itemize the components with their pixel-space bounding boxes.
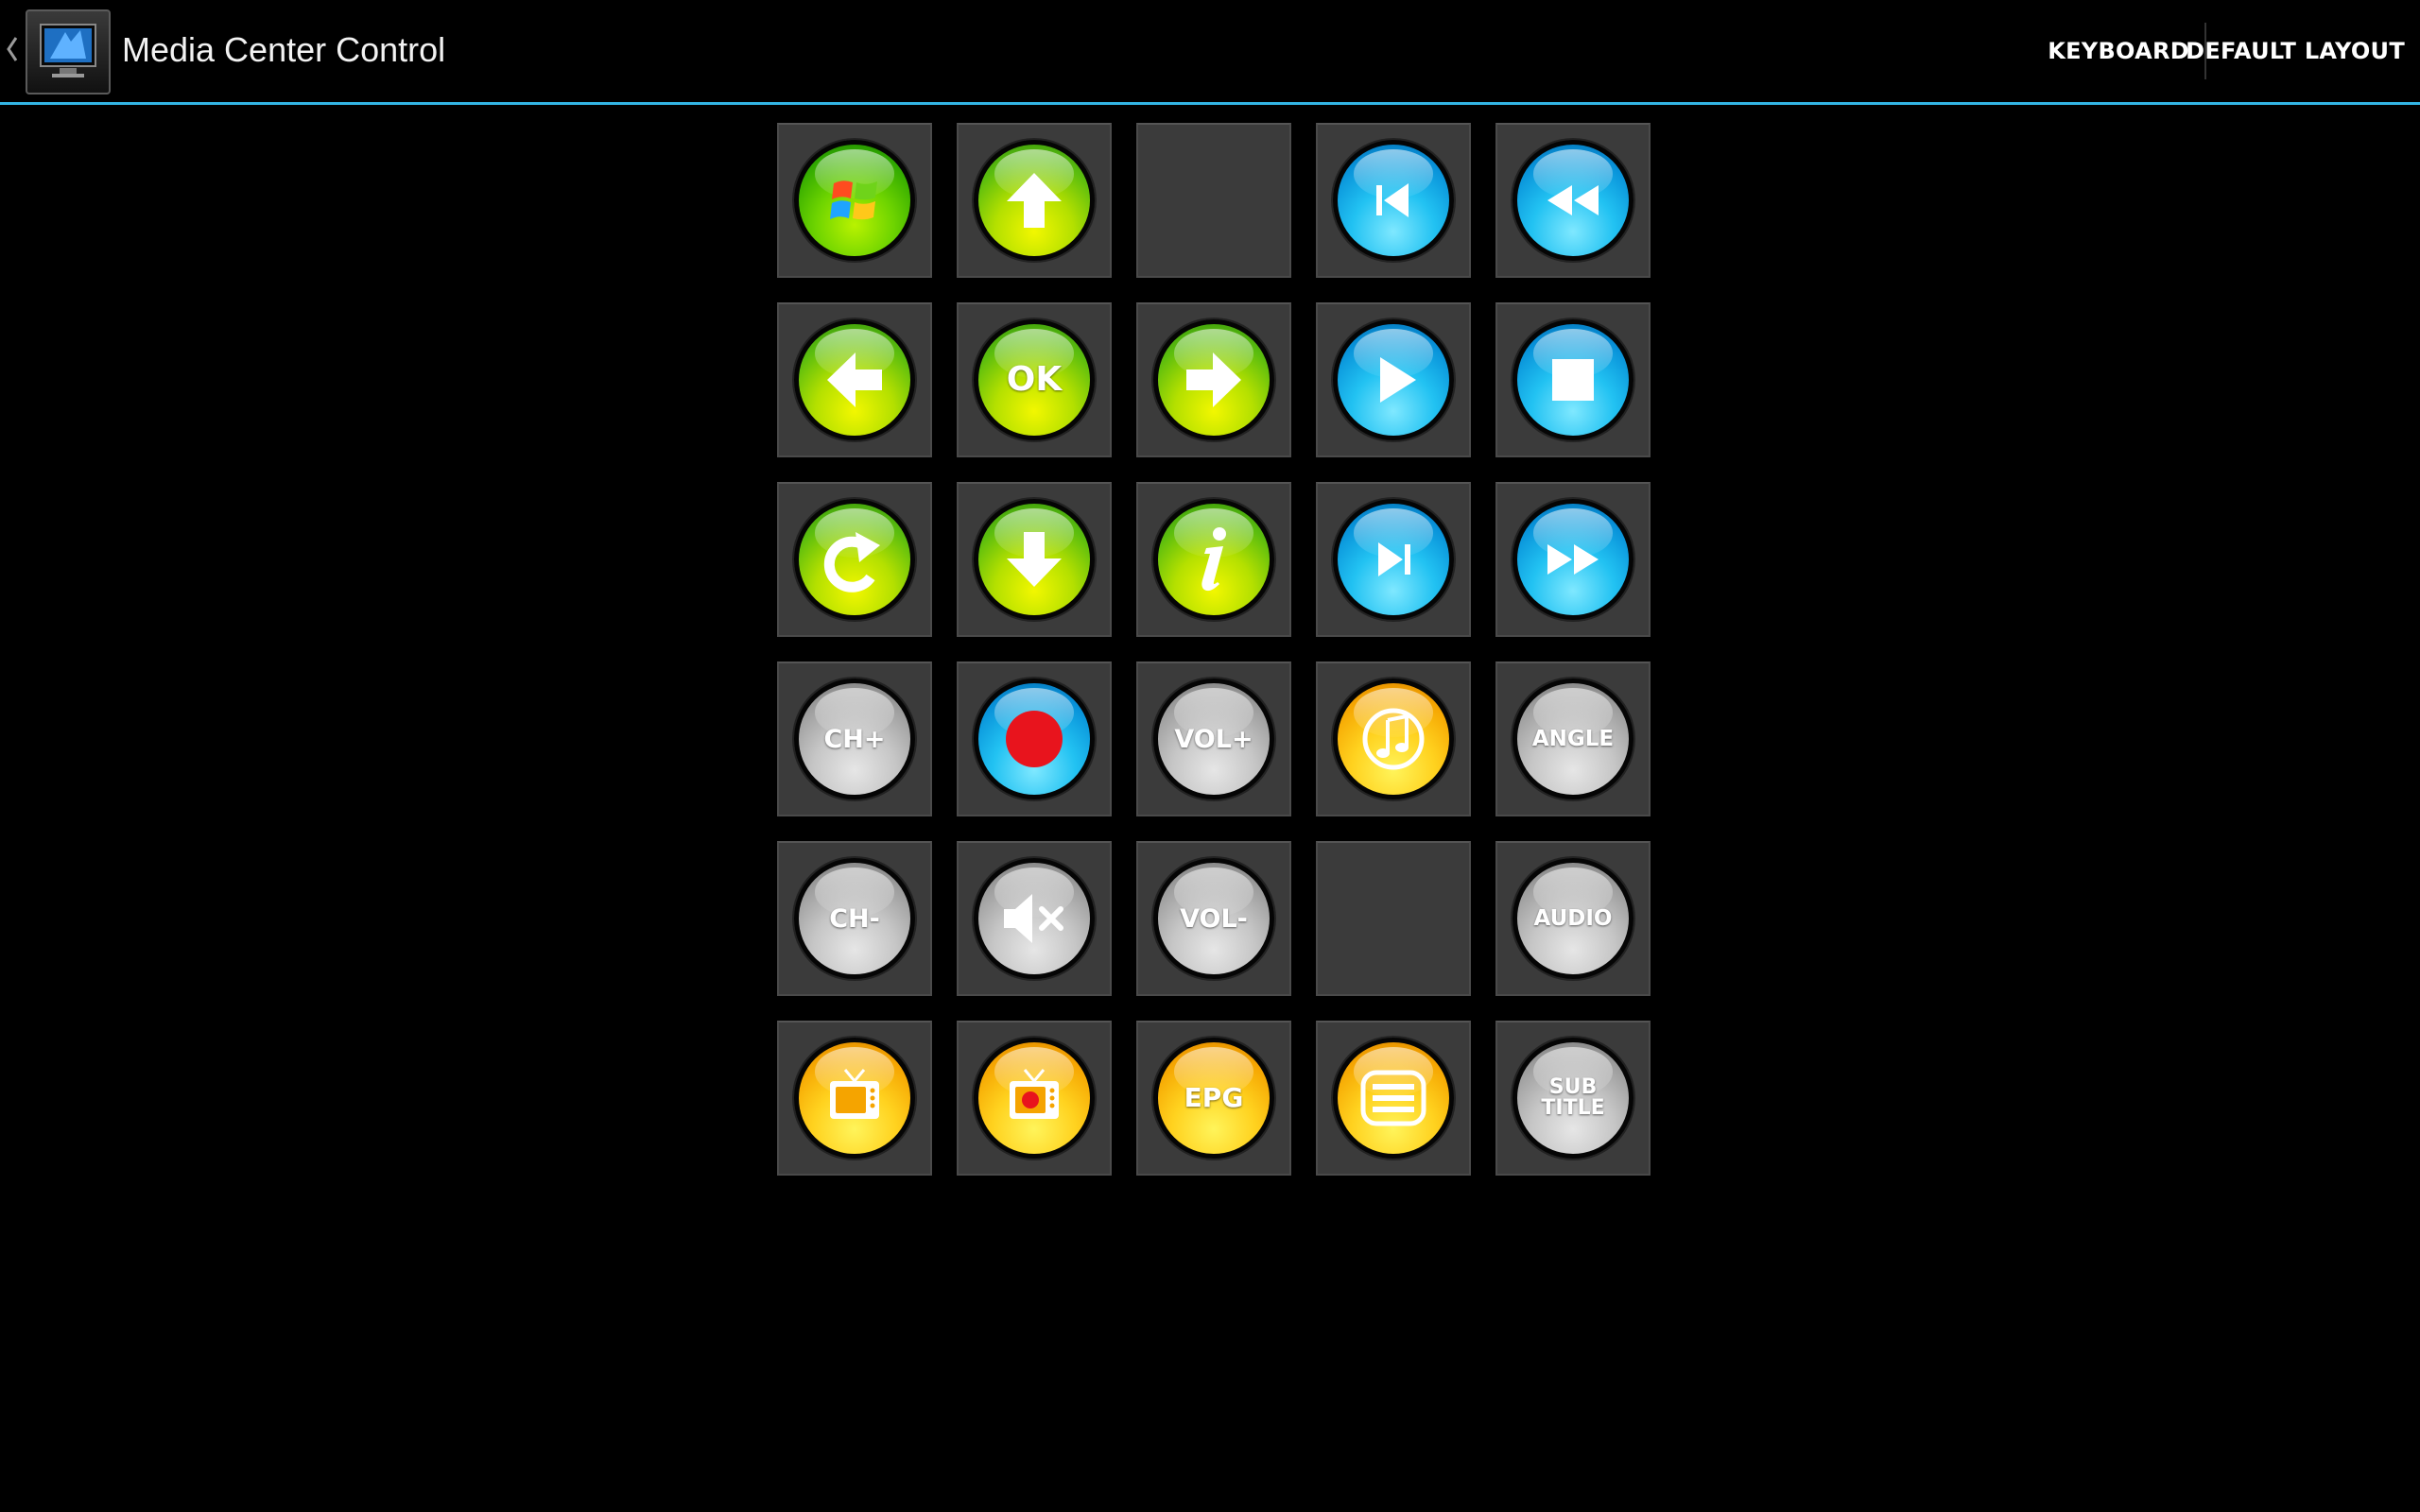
tile-info[interactable] <box>1136 482 1291 637</box>
audio-button[interactable]: AUDIO <box>1512 858 1634 979</box>
tile-down[interactable] <box>957 482 1112 637</box>
channel-up-label: CH+ <box>823 724 886 754</box>
tile-up[interactable] <box>957 123 1112 278</box>
up-caret-icon[interactable] <box>6 36 19 62</box>
left-button[interactable] <box>794 319 915 440</box>
keyboard-action[interactable]: KEYBOARD <box>2048 38 2189 64</box>
rewind-button[interactable] <box>1512 140 1634 261</box>
epg-label: EPG <box>1184 1082 1244 1113</box>
skip-previous-icon <box>1376 183 1409 217</box>
up-button[interactable] <box>974 140 1095 261</box>
tile-ok[interactable]: OK <box>957 302 1112 457</box>
tile-menu[interactable] <box>1316 1021 1471 1176</box>
arrow-right-icon <box>1186 352 1241 407</box>
mute-icon <box>1004 894 1063 943</box>
stop-button[interactable] <box>1512 319 1634 440</box>
volume-up-label: VOL+ <box>1174 724 1253 754</box>
skip-previous-button[interactable] <box>1333 140 1454 261</box>
record-icon <box>1006 711 1063 767</box>
tile-channel-down[interactable]: CH- <box>777 841 932 996</box>
arrow-down-icon <box>1007 532 1062 587</box>
tile-mute[interactable] <box>957 841 1112 996</box>
tile-stop[interactable] <box>1495 302 1651 457</box>
tile-left[interactable] <box>777 302 932 457</box>
volume-down-label: VOL- <box>1180 903 1248 934</box>
live-tv-icon <box>830 1069 879 1119</box>
channel-down-label: CH- <box>829 903 880 934</box>
volume-down-button[interactable]: VOL- <box>1153 858 1274 979</box>
tile-empty-2 <box>1316 841 1471 996</box>
tile-play[interactable] <box>1316 302 1471 457</box>
angle-button[interactable]: ANGLE <box>1512 679 1634 799</box>
music-button[interactable] <box>1333 679 1454 799</box>
recorded-tv-button[interactable] <box>974 1038 1095 1159</box>
tile-volume-down[interactable]: VOL- <box>1136 841 1291 996</box>
epg-button[interactable]: EPG <box>1153 1038 1274 1159</box>
tile-volume-up[interactable]: VOL+ <box>1136 662 1291 816</box>
music-icon <box>1362 708 1425 770</box>
ok-button[interactable]: OK <box>974 319 1095 440</box>
tile-skip-next[interactable] <box>1316 482 1471 637</box>
tile-angle[interactable]: ANGLE <box>1495 662 1651 816</box>
subtitle-button[interactable]: SUB TITLE <box>1512 1038 1634 1159</box>
rewind-icon <box>1547 185 1599 215</box>
fast-forward-icon <box>1547 544 1599 575</box>
menu-button[interactable] <box>1333 1038 1454 1159</box>
tile-audio[interactable]: AUDIO <box>1495 841 1651 996</box>
windows-start-icon <box>830 180 877 220</box>
back-button[interactable] <box>794 499 915 620</box>
tile-subtitle[interactable]: SUB TITLE <box>1495 1021 1651 1176</box>
menu-list-icon <box>1360 1070 1426 1126</box>
ok-label: OK <box>1006 360 1063 399</box>
fast-forward-button[interactable] <box>1512 499 1634 620</box>
audio-label: AUDIO <box>1533 905 1613 931</box>
app-title: Media Center Control <box>122 30 446 69</box>
tile-right[interactable] <box>1136 302 1291 457</box>
right-button[interactable] <box>1153 319 1274 440</box>
volume-up-button[interactable]: VOL+ <box>1153 679 1274 799</box>
info-button[interactable] <box>1153 499 1274 620</box>
play-button[interactable] <box>1333 319 1454 440</box>
record-button[interactable] <box>974 679 1095 799</box>
tile-channel-up[interactable]: CH+ <box>777 662 932 816</box>
mute-button[interactable] <box>974 858 1095 979</box>
tile-music[interactable] <box>1316 662 1471 816</box>
app-icon[interactable] <box>26 9 111 94</box>
subtitle-label-line2: TITLE <box>1541 1096 1605 1120</box>
live-tv-button[interactable] <box>794 1038 915 1159</box>
tile-empty-1 <box>1136 123 1291 278</box>
channel-up-button[interactable]: CH+ <box>794 679 915 799</box>
back-icon <box>823 532 880 593</box>
play-icon <box>1380 357 1416 403</box>
remote-grid: OK CH+ VOL+ ANGLE CH- VOL- AUDIO EPG SUB… <box>777 123 1651 1176</box>
info-icon <box>1201 527 1226 592</box>
windows-start-button[interactable] <box>794 140 915 261</box>
tile-rewind[interactable] <box>1495 123 1651 278</box>
tile-epg[interactable]: EPG <box>1136 1021 1291 1176</box>
channel-down-button[interactable]: CH- <box>794 858 915 979</box>
down-button[interactable] <box>974 499 1095 620</box>
tile-live-tv[interactable] <box>777 1021 932 1176</box>
subtitle-label: SUB TITLE <box>1541 1077 1604 1119</box>
tile-recorded-tv[interactable] <box>957 1021 1112 1176</box>
tile-back[interactable] <box>777 482 932 637</box>
arrow-up-icon <box>1007 173 1062 228</box>
default-layout-action[interactable]: DEFAULT LAYOUT <box>2186 38 2405 64</box>
tile-fast-forward[interactable] <box>1495 482 1651 637</box>
tile-windows-start[interactable] <box>777 123 932 278</box>
tile-skip-previous[interactable] <box>1316 123 1471 278</box>
action-bar: Media Center Control KEYBOARD DEFAULT LA… <box>0 0 2420 105</box>
stop-icon <box>1552 359 1594 401</box>
skip-next-button[interactable] <box>1333 499 1454 620</box>
tile-record[interactable] <box>957 662 1112 816</box>
recorded-tv-icon <box>1010 1069 1059 1119</box>
skip-next-icon <box>1378 542 1410 576</box>
arrow-left-icon <box>827 352 882 407</box>
angle-label: ANGLE <box>1531 726 1615 751</box>
monitor-icon <box>40 24 96 77</box>
